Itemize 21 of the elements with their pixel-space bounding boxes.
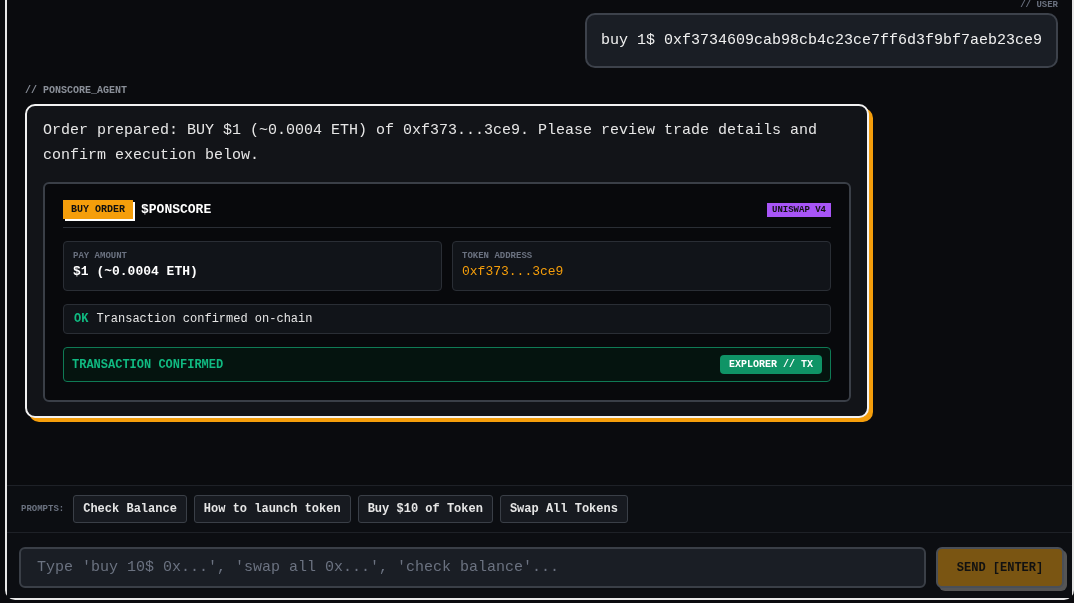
field-value: 0xf373...3ce9	[462, 264, 565, 279]
message-input[interactable]: Type 'buy 10$ 0x...', 'swap all 0x...', 'check balance'...	[19, 547, 926, 588]
explorer-button[interactable]: EXPLORER // TX	[720, 355, 822, 374]
status-code: OK	[74, 312, 89, 326]
user-message: buy 1$ 0xf3734609cab98cb4c23ce7ff6d3f9bf7aeb23ce9	[584, 13, 1058, 68]
token-symbol: $PONSCORE	[141, 202, 212, 217]
order-side-badge: BUY ORDER	[63, 200, 133, 219]
status-text: Transaction confirmed on-chain	[96, 312, 313, 326]
sender-label: // USER	[1020, 0, 1058, 10]
prompt-chip[interactable]: Check Balance	[73, 495, 187, 523]
prompt-chip[interactable]: Swap All Tokens	[499, 495, 628, 523]
prompt-chip[interactable]: How to launch token	[193, 495, 351, 523]
venue-badge: UNISWAP V4	[767, 202, 831, 217]
field-label: TOKEN ADDRESS	[462, 251, 534, 261]
field-value: $1 (~0.0004 ETH)	[73, 264, 199, 279]
sender-label: // PONSCORE_AGENT	[25, 85, 129, 96]
prompts-label: PROMPTS:	[21, 504, 65, 514]
agent-message: Order prepared: BUY $1 (~0.0004 ETH) of 0xf373...3ce9. Please review trade details and confirm execution below.	[43, 121, 819, 166]
result-text: TRANSACTION CONFIRMED	[72, 357, 224, 372]
field-label: PAY AMOUNT	[73, 251, 128, 261]
prompt-chip[interactable]: Buy $10 of Token	[357, 495, 493, 523]
